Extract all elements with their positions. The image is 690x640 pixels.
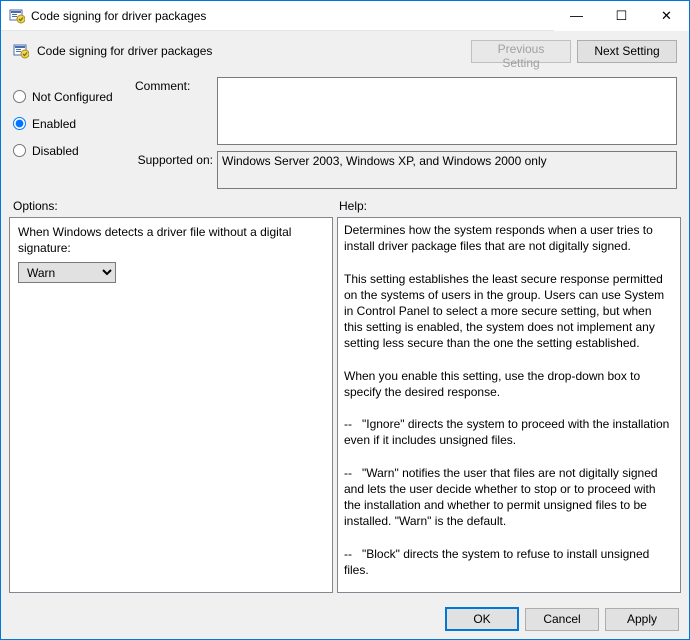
app-icon [9, 8, 25, 24]
policy-title: Code signing for driver packages [37, 44, 212, 58]
signature-response-dropdown[interactable]: Warn [18, 262, 116, 283]
maximize-button[interactable]: ☐ [599, 1, 644, 31]
options-section-label: Options: [13, 199, 339, 213]
help-section-label: Help: [339, 199, 677, 213]
section-labels: Options: Help: [1, 197, 689, 217]
main-split: When Windows detects a driver file witho… [1, 217, 689, 599]
top-fields: Comment: Supported on: [135, 77, 677, 189]
supported-on-box [217, 151, 677, 189]
apply-button[interactable]: Apply [605, 608, 679, 631]
radio-enabled[interactable]: Enabled [13, 110, 135, 137]
top-form: Not Configured Enabled Disabled Comment:… [1, 71, 689, 197]
radio-not-configured-input[interactable] [13, 90, 26, 103]
state-radio-group: Not Configured Enabled Disabled [13, 77, 135, 189]
policy-icon [13, 43, 29, 59]
option-prompt: When Windows detects a driver file witho… [18, 224, 324, 256]
radio-disabled-input[interactable] [13, 144, 26, 157]
window-title: Code signing for driver packages [31, 9, 206, 23]
cancel-button[interactable]: Cancel [525, 608, 599, 631]
minimize-button[interactable]: — [554, 1, 599, 31]
radio-disabled-label: Disabled [32, 144, 79, 158]
radio-enabled-label: Enabled [32, 117, 76, 131]
radio-disabled[interactable]: Disabled [13, 137, 135, 164]
help-text[interactable]: Determines how the system responds when … [338, 218, 680, 592]
titlebar: Code signing for driver packages — ☐ ✕ [1, 1, 689, 31]
radio-not-configured[interactable]: Not Configured [13, 83, 135, 110]
options-panel: When Windows detects a driver file witho… [9, 217, 333, 593]
header-row: Code signing for driver packages Previou… [1, 31, 689, 71]
ok-button[interactable]: OK [445, 607, 519, 631]
next-setting-button[interactable]: Next Setting [577, 40, 677, 63]
comment-input[interactable] [217, 77, 677, 145]
help-panel: Determines how the system responds when … [337, 217, 681, 593]
radio-enabled-input[interactable] [13, 117, 26, 130]
previous-setting-button[interactable]: Previous Setting [471, 40, 571, 63]
dialog-footer: OK Cancel Apply [1, 599, 689, 639]
radio-not-configured-label: Not Configured [32, 90, 113, 104]
dialog-window: Code signing for driver packages — ☐ ✕ C… [0, 0, 690, 640]
close-button[interactable]: ✕ [644, 1, 689, 31]
comment-label: Comment: [135, 77, 217, 145]
supported-label: Supported on: [135, 151, 217, 189]
